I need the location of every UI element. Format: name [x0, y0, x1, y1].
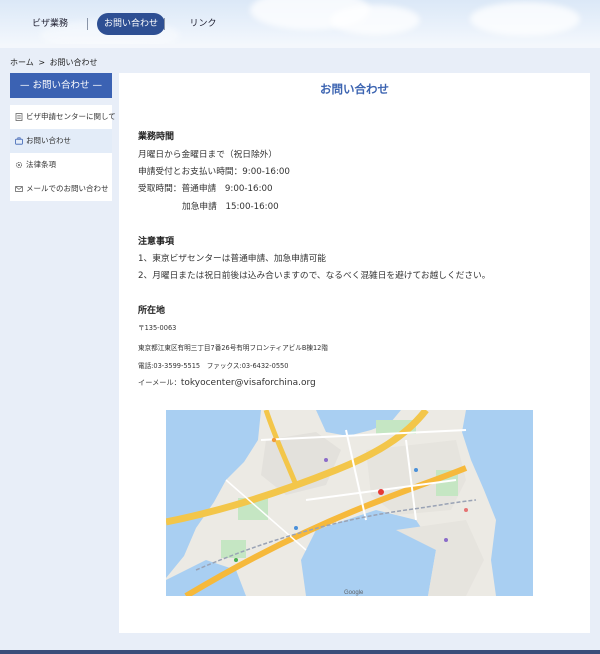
sidebar-item-legal[interactable]: 法律条項 [10, 153, 112, 177]
sidebar-item-label: お問い合わせ [26, 136, 71, 145]
email-label: イーメール： [138, 378, 181, 387]
business-hours-line: 月曜日から金曜日まで（祝日除外） [138, 150, 277, 160]
cloud-decoration [330, 5, 420, 35]
breadcrumb-current: お問い合わせ [49, 58, 98, 67]
map-location-pin[interactable] [378, 489, 384, 495]
gear-icon [15, 161, 23, 169]
map-poi [271, 437, 277, 443]
map-poi [294, 526, 298, 530]
breadcrumb: ホーム > お問い合わせ [10, 57, 98, 68]
business-hours-line: 申請受付とお支払い時間：9:00-16:00 [138, 167, 290, 177]
nav-underline [0, 44, 600, 48]
footer-bar [0, 650, 600, 654]
sidebar-list: ビザ申請センターに関して お問い合わせ 法律条項 メールでのお問い合わせ [10, 105, 116, 201]
mail-icon [15, 185, 23, 193]
notes-line: 2、月曜日または祝日前後は込み合いますので、なるべく混雑日を避けてお越しください… [138, 271, 491, 281]
sidebar-item-label: ビザ申請センターに関して [26, 112, 116, 121]
sidebar-item-label: 法律条項 [26, 160, 56, 169]
sidebar-item-mail-inquiry[interactable]: メールでのお問い合わせ [10, 177, 112, 201]
email-row: イーメール：tokyocenter@visaforchina.org [138, 378, 316, 388]
cloud-decoration [470, 2, 580, 36]
nav-separator [164, 18, 165, 30]
map-poi [464, 508, 468, 512]
briefcase-icon [15, 137, 23, 145]
business-hours-line: 加急申請 15:00-16:00 [182, 202, 279, 212]
nav-item-visa-services[interactable]: ビザ業務 [30, 14, 70, 34]
page-title: お問い合わせ [320, 82, 389, 96]
location-heading: 所在地 [138, 306, 166, 316]
business-hours-line: 受取時間：普通申請 9:00-16:00 [138, 184, 273, 194]
map-attribution: Google [344, 590, 364, 596]
map-poi [444, 538, 448, 542]
sidebar: — お問い合わせ — ビザ申請センターに関して お問い合わせ 法律条項 メールで… [10, 73, 116, 201]
nav-item-links[interactable]: リンク [188, 14, 218, 34]
main-content: お問い合わせ 業務時間 月曜日から金曜日まで（祝日除外） 申請受付とお支払い時間… [119, 73, 590, 633]
postal-code: 〒135-0063 [138, 324, 177, 332]
email-link[interactable]: tokyocenter@visaforchina.org [181, 378, 316, 388]
document-icon [15, 113, 23, 121]
notes-line: 1、東京ビザセンターは普通申請、加急申請可能 [138, 254, 326, 264]
sidebar-item-contact[interactable]: お問い合わせ [10, 129, 112, 153]
breadcrumb-separator: > [38, 58, 46, 67]
nav-item-contact[interactable]: お問い合わせ [97, 13, 166, 35]
nav-separator [87, 18, 88, 30]
map-poi [234, 558, 238, 562]
location-map[interactable]: Google [166, 410, 533, 596]
map-park [221, 540, 246, 558]
top-navigation: ビザ業務 お問い合わせ リンク [0, 0, 600, 44]
map-poi [414, 468, 418, 472]
notes-heading: 注意事項 [138, 237, 175, 247]
sidebar-item-about-center[interactable]: ビザ申請センターに関して [10, 105, 116, 129]
sidebar-header: — お問い合わせ — [10, 73, 112, 98]
business-hours-heading: 業務時間 [138, 132, 175, 142]
breadcrumb-home[interactable]: ホーム [10, 58, 34, 67]
address: 東京都江東区有明三丁目7番26号有明フロンティアビルB棟12階 [138, 344, 328, 352]
phone-fax: 電話:03-3599-5515 ファックス:03-6432-0550 [138, 362, 289, 370]
sidebar-item-label: メールでのお問い合わせ [26, 184, 109, 193]
map-poi [324, 458, 328, 462]
